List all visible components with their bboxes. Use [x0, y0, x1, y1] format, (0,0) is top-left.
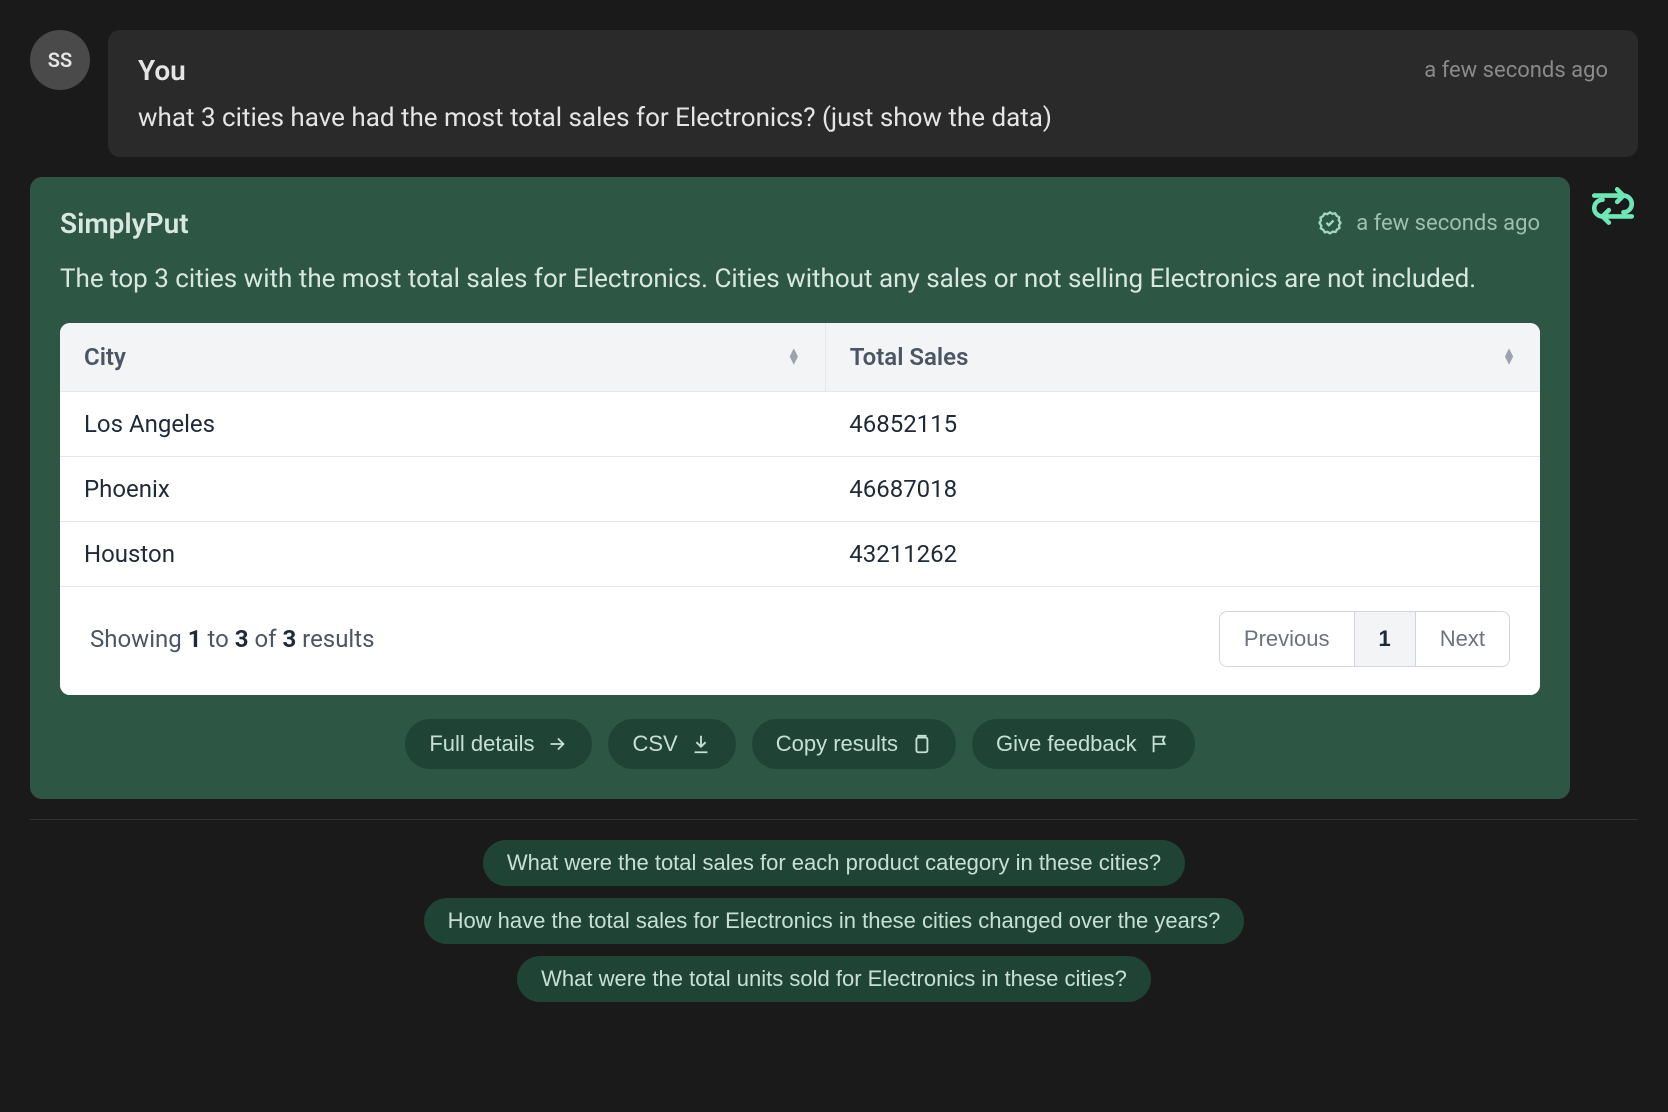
response-row: SimplyPut a few seconds ago The top 3 ci…	[30, 177, 1638, 799]
column-header-total-sales[interactable]: Total Sales ▲▼	[825, 323, 1540, 392]
response-actions: Full details CSV Copy results Give feedb…	[60, 719, 1540, 769]
column-header-total-sales-label: Total Sales	[850, 343, 969, 371]
cell-city: Los Angeles	[60, 392, 825, 457]
table-footer: Showing 1 to 3 of 3 results Previous 1 N…	[60, 587, 1540, 695]
csv-label: CSV	[632, 731, 677, 757]
response-time-wrap: a few seconds ago	[1316, 210, 1540, 238]
suggestions-list: What were the total sales for each produ…	[30, 840, 1638, 1002]
response-description: The top 3 cities with the most total sal…	[60, 260, 1540, 299]
give-feedback-button[interactable]: Give feedback	[972, 719, 1195, 769]
sort-icon: ▲▼	[787, 349, 801, 366]
suggestion-chip[interactable]: How have the total sales for Electronics…	[424, 898, 1245, 944]
user-message-body: what 3 cities have had the most total sa…	[138, 103, 1608, 133]
user-timestamp: a few seconds ago	[1424, 58, 1608, 83]
table-row: Phoenix 46687018	[60, 457, 1540, 522]
user-message-row: SS You a few seconds ago what 3 cities h…	[30, 30, 1638, 157]
column-header-city[interactable]: City ▲▼	[60, 323, 825, 392]
next-button[interactable]: Next	[1416, 611, 1510, 667]
avatar: SS	[30, 30, 90, 90]
download-icon	[690, 733, 712, 755]
user-message-card: You a few seconds ago what 3 cities have…	[108, 30, 1638, 157]
give-feedback-label: Give feedback	[996, 731, 1137, 757]
page-number-button[interactable]: 1	[1355, 611, 1416, 667]
sort-icon: ▲▼	[1502, 349, 1516, 366]
response-header: SimplyPut a few seconds ago	[60, 207, 1540, 240]
results-table-card: City ▲▼ Total Sales ▲▼ Los Angeles 46852…	[60, 323, 1540, 695]
table-row: Los Angeles 46852115	[60, 392, 1540, 457]
copy-results-label: Copy results	[776, 731, 898, 757]
csv-button[interactable]: CSV	[608, 719, 735, 769]
cell-city: Houston	[60, 522, 825, 587]
results-table: City ▲▼ Total Sales ▲▼ Los Angeles 46852…	[60, 323, 1540, 587]
clipboard-icon	[910, 733, 932, 755]
flag-icon	[1149, 733, 1171, 755]
table-row: Houston 43211262	[60, 522, 1540, 587]
copy-results-button[interactable]: Copy results	[752, 719, 956, 769]
cell-city: Phoenix	[60, 457, 825, 522]
cell-total-sales: 43211262	[825, 522, 1540, 587]
suggestion-chip[interactable]: What were the total units sold for Elect…	[517, 956, 1151, 1002]
response-card: SimplyPut a few seconds ago The top 3 ci…	[30, 177, 1570, 799]
verified-check-icon	[1316, 210, 1344, 238]
response-timestamp: a few seconds ago	[1356, 211, 1540, 236]
response-author-label: SimplyPut	[60, 207, 189, 240]
previous-button[interactable]: Previous	[1219, 611, 1355, 667]
regenerate-icon[interactable]	[1588, 181, 1638, 231]
column-header-city-label: City	[84, 343, 126, 371]
cell-total-sales: 46687018	[825, 457, 1540, 522]
cell-total-sales: 46852115	[825, 392, 1540, 457]
user-author-label: You	[138, 54, 186, 87]
results-count-text: Showing 1 to 3 of 3 results	[90, 625, 375, 653]
arrow-right-icon	[546, 733, 568, 755]
full-details-label: Full details	[429, 731, 534, 757]
table-header-row: City ▲▼ Total Sales ▲▼	[60, 323, 1540, 392]
suggestion-chip[interactable]: What were the total sales for each produ…	[483, 840, 1185, 886]
pagination: Previous 1 Next	[1219, 611, 1510, 667]
full-details-button[interactable]: Full details	[405, 719, 592, 769]
user-message-header: You a few seconds ago	[138, 54, 1608, 87]
divider	[30, 819, 1638, 820]
avatar-initials: SS	[48, 48, 72, 72]
